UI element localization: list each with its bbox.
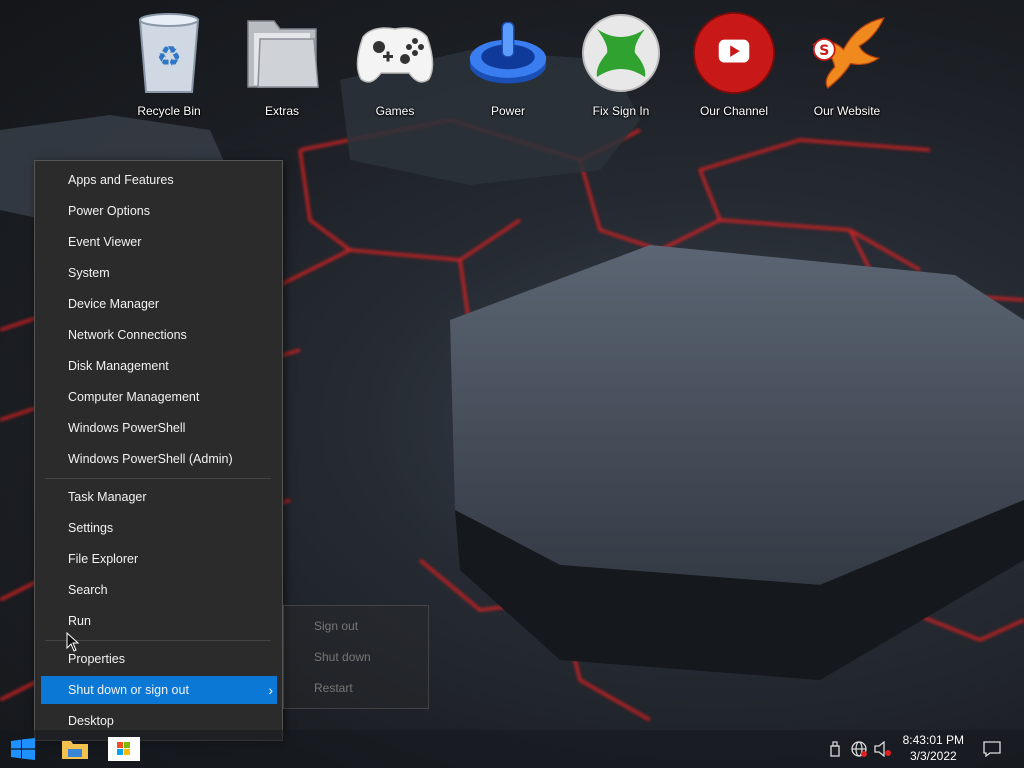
- desktop-icon-extras[interactable]: Extras: [232, 8, 332, 128]
- desktop-icon-fix-sign-in[interactable]: Fix Sign In: [571, 8, 671, 128]
- submenu-item-sign-out[interactable]: Sign out: [284, 612, 428, 640]
- submenu-item-shut-down[interactable]: Shut down: [284, 643, 428, 671]
- desktop-icon-label: Our Website: [813, 104, 881, 118]
- clock-date: 3/3/2022: [909, 749, 957, 763]
- clock-time: 8:43:01 PM: [902, 733, 964, 747]
- desktop-icon-label: Power: [490, 104, 525, 118]
- shutdown-submenu: Sign out Shut down Restart: [283, 605, 429, 709]
- menu-item-apps-and-features[interactable]: Apps and Features: [35, 166, 282, 194]
- mouse-cursor-icon: [66, 632, 80, 652]
- menu-item-run[interactable]: Run: [35, 607, 282, 635]
- folder-icon: [240, 8, 324, 98]
- winx-context-menu: Apps and Features Power Options Event Vi…: [34, 160, 283, 741]
- menu-item-windows-powershell[interactable]: Windows PowerShell: [35, 414, 282, 442]
- menu-item-label: Shut down or sign out: [68, 683, 189, 697]
- svg-text:S: S: [819, 43, 829, 59]
- submenu-item-restart[interactable]: Restart: [284, 674, 428, 702]
- desktop-icon-our-channel[interactable]: Our Channel: [684, 8, 784, 128]
- taskbar-clock[interactable]: 8:43:01 PM 3/3/2022: [903, 732, 964, 764]
- usb-tray-icon[interactable]: [826, 730, 844, 768]
- network-globe-icon[interactable]: [848, 730, 870, 768]
- youtube-icon: [692, 8, 776, 98]
- xbox-icon: [579, 8, 663, 98]
- file-explorer-taskbar-button[interactable]: [52, 730, 98, 768]
- store-icon: [108, 737, 140, 761]
- menu-item-system[interactable]: System: [35, 259, 282, 287]
- menu-item-computer-management[interactable]: Computer Management: [35, 383, 282, 411]
- store-taskbar-button[interactable]: [104, 730, 144, 768]
- menu-item-settings[interactable]: Settings: [35, 514, 282, 542]
- desktop-icon-recycle-bin[interactable]: ♻ Recycle Bin: [119, 8, 219, 128]
- menu-item-windows-powershell-admin[interactable]: Windows PowerShell (Admin): [35, 445, 282, 473]
- desktop-icon-games[interactable]: Games: [345, 8, 445, 128]
- menu-item-file-explorer[interactable]: File Explorer: [35, 545, 282, 573]
- volume-muted-icon[interactable]: [872, 730, 894, 768]
- phoenix-logo-icon: S: [805, 8, 889, 98]
- action-center-button[interactable]: [978, 730, 1006, 768]
- menu-item-disk-management[interactable]: Disk Management: [35, 352, 282, 380]
- menu-item-network-connections[interactable]: Network Connections: [35, 321, 282, 349]
- windows-logo-icon: [11, 738, 35, 760]
- desktop-icon-label: Our Channel: [699, 104, 769, 118]
- chevron-right-icon: ›: [268, 682, 273, 698]
- recycle-bin-icon: ♻: [127, 8, 211, 98]
- desktop-icon-label: Recycle Bin: [137, 104, 201, 118]
- start-button[interactable]: [0, 730, 46, 768]
- desktop-icon-our-website[interactable]: S Our Website: [797, 8, 897, 128]
- desktop-icon-label: Fix Sign In: [592, 104, 650, 118]
- svg-text:♻: ♻: [156, 40, 181, 73]
- power-icon: [466, 8, 550, 98]
- menu-separator: [45, 478, 271, 479]
- menu-item-task-manager[interactable]: Task Manager: [35, 483, 282, 511]
- gamepad-icon: [353, 8, 437, 98]
- desktop-icon-label: Games: [375, 104, 415, 118]
- menu-item-event-viewer[interactable]: Event Viewer: [35, 228, 282, 256]
- notification-icon: [983, 741, 1001, 757]
- desktop-icon-label: Extras: [264, 104, 299, 118]
- menu-item-power-options[interactable]: Power Options: [35, 197, 282, 225]
- desktop-icon-power[interactable]: Power: [458, 8, 558, 128]
- menu-item-search[interactable]: Search: [35, 576, 282, 604]
- file-explorer-icon: [62, 741, 88, 759]
- menu-item-device-manager[interactable]: Device Manager: [35, 290, 282, 318]
- menu-item-shut-down-or-sign-out[interactable]: Shut down or sign out ›: [41, 676, 277, 704]
- taskbar: 8:43:01 PM 3/3/2022: [0, 730, 1024, 768]
